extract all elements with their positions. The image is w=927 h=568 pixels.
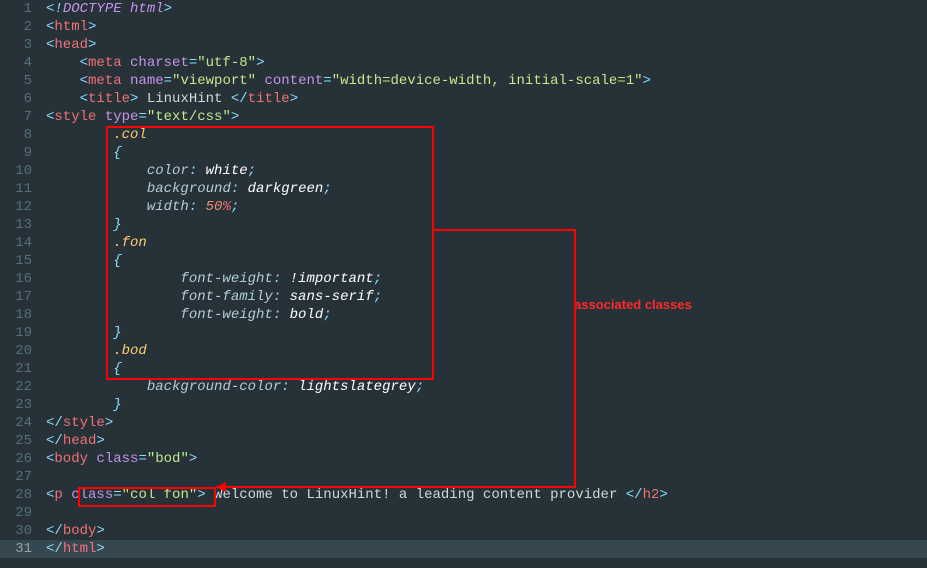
code-line[interactable]: 8 .col: [0, 126, 927, 144]
line-number: 24: [0, 414, 46, 432]
code-line[interactable]: 19 }: [0, 324, 927, 342]
code-line[interactable]: 17 font-family: sans-serif;: [0, 288, 927, 306]
line-number: 1: [0, 0, 46, 18]
line-number: 20: [0, 342, 46, 360]
line-number: 21: [0, 360, 46, 378]
code-line[interactable]: 3 <head>: [0, 36, 927, 54]
line-number: 2: [0, 18, 46, 36]
code-line[interactable]: 26 <body class="bod">: [0, 450, 927, 468]
line-number: 3: [0, 36, 46, 54]
code-line[interactable]: 24 </style>: [0, 414, 927, 432]
code-line[interactable]: 20 .bod: [0, 342, 927, 360]
line-number: 18: [0, 306, 46, 324]
line-number: 9: [0, 144, 46, 162]
code-line[interactable]: 5 <meta name="viewport" content="width=d…: [0, 72, 927, 90]
code-line[interactable]: 12 width: 50%;: [0, 198, 927, 216]
code-line[interactable]: 25 </head>: [0, 432, 927, 450]
code-line[interactable]: 9 {: [0, 144, 927, 162]
line-number: 10: [0, 162, 46, 180]
code-line[interactable]: 4 <meta charset="utf-8">: [0, 54, 927, 72]
line-number: 27: [0, 468, 46, 486]
code-line[interactable]: 21 {: [0, 360, 927, 378]
code-line-active[interactable]: 31 </html>: [0, 540, 927, 558]
line-number: 31: [0, 540, 46, 558]
code-line[interactable]: 15 {: [0, 252, 927, 270]
code-line[interactable]: 6 <title> LinuxHint </title>: [0, 90, 927, 108]
code-line[interactable]: 23 }: [0, 396, 927, 414]
code-line[interactable]: 27: [0, 468, 927, 486]
code-line[interactable]: 14 .fon: [0, 234, 927, 252]
code-line[interactable]: 18 font-weight: bold;: [0, 306, 927, 324]
code-line[interactable]: 1 <!DOCTYPE html>: [0, 0, 927, 18]
line-number: 15: [0, 252, 46, 270]
line-number: 22: [0, 378, 46, 396]
line-number: 19: [0, 324, 46, 342]
line-number: 23: [0, 396, 46, 414]
code-line[interactable]: 7 <style type="text/css">: [0, 108, 927, 126]
code-line[interactable]: 10 color: white;: [0, 162, 927, 180]
line-number: 26: [0, 450, 46, 468]
line-number: 6: [0, 90, 46, 108]
line-number: 5: [0, 72, 46, 90]
code-line[interactable]: 28 <p class="col fon"> Welcome to LinuxH…: [0, 486, 927, 504]
line-number: 14: [0, 234, 46, 252]
line-number: 4: [0, 54, 46, 72]
code-line[interactable]: 30 </body>: [0, 522, 927, 540]
line-number: 29: [0, 504, 46, 522]
code-line[interactable]: 22 background-color: lightslategrey;: [0, 378, 927, 396]
line-number: 7: [0, 108, 46, 126]
line-number: 17: [0, 288, 46, 306]
code-line[interactable]: 11 background: darkgreen;: [0, 180, 927, 198]
code-line[interactable]: 16 font-weight: !important;: [0, 270, 927, 288]
line-number: 12: [0, 198, 46, 216]
line-number: 11: [0, 180, 46, 198]
code-line[interactable]: 13 }: [0, 216, 927, 234]
line-number: 13: [0, 216, 46, 234]
code-line[interactable]: 2 <html>: [0, 18, 927, 36]
code-editor[interactable]: 1 <!DOCTYPE html> 2 <html> 3 <head> 4 <m…: [0, 0, 927, 558]
line-number: 8: [0, 126, 46, 144]
line-number: 16: [0, 270, 46, 288]
code-line[interactable]: 29: [0, 504, 927, 522]
line-number: 30: [0, 522, 46, 540]
line-number: 25: [0, 432, 46, 450]
line-number: 28: [0, 486, 46, 504]
